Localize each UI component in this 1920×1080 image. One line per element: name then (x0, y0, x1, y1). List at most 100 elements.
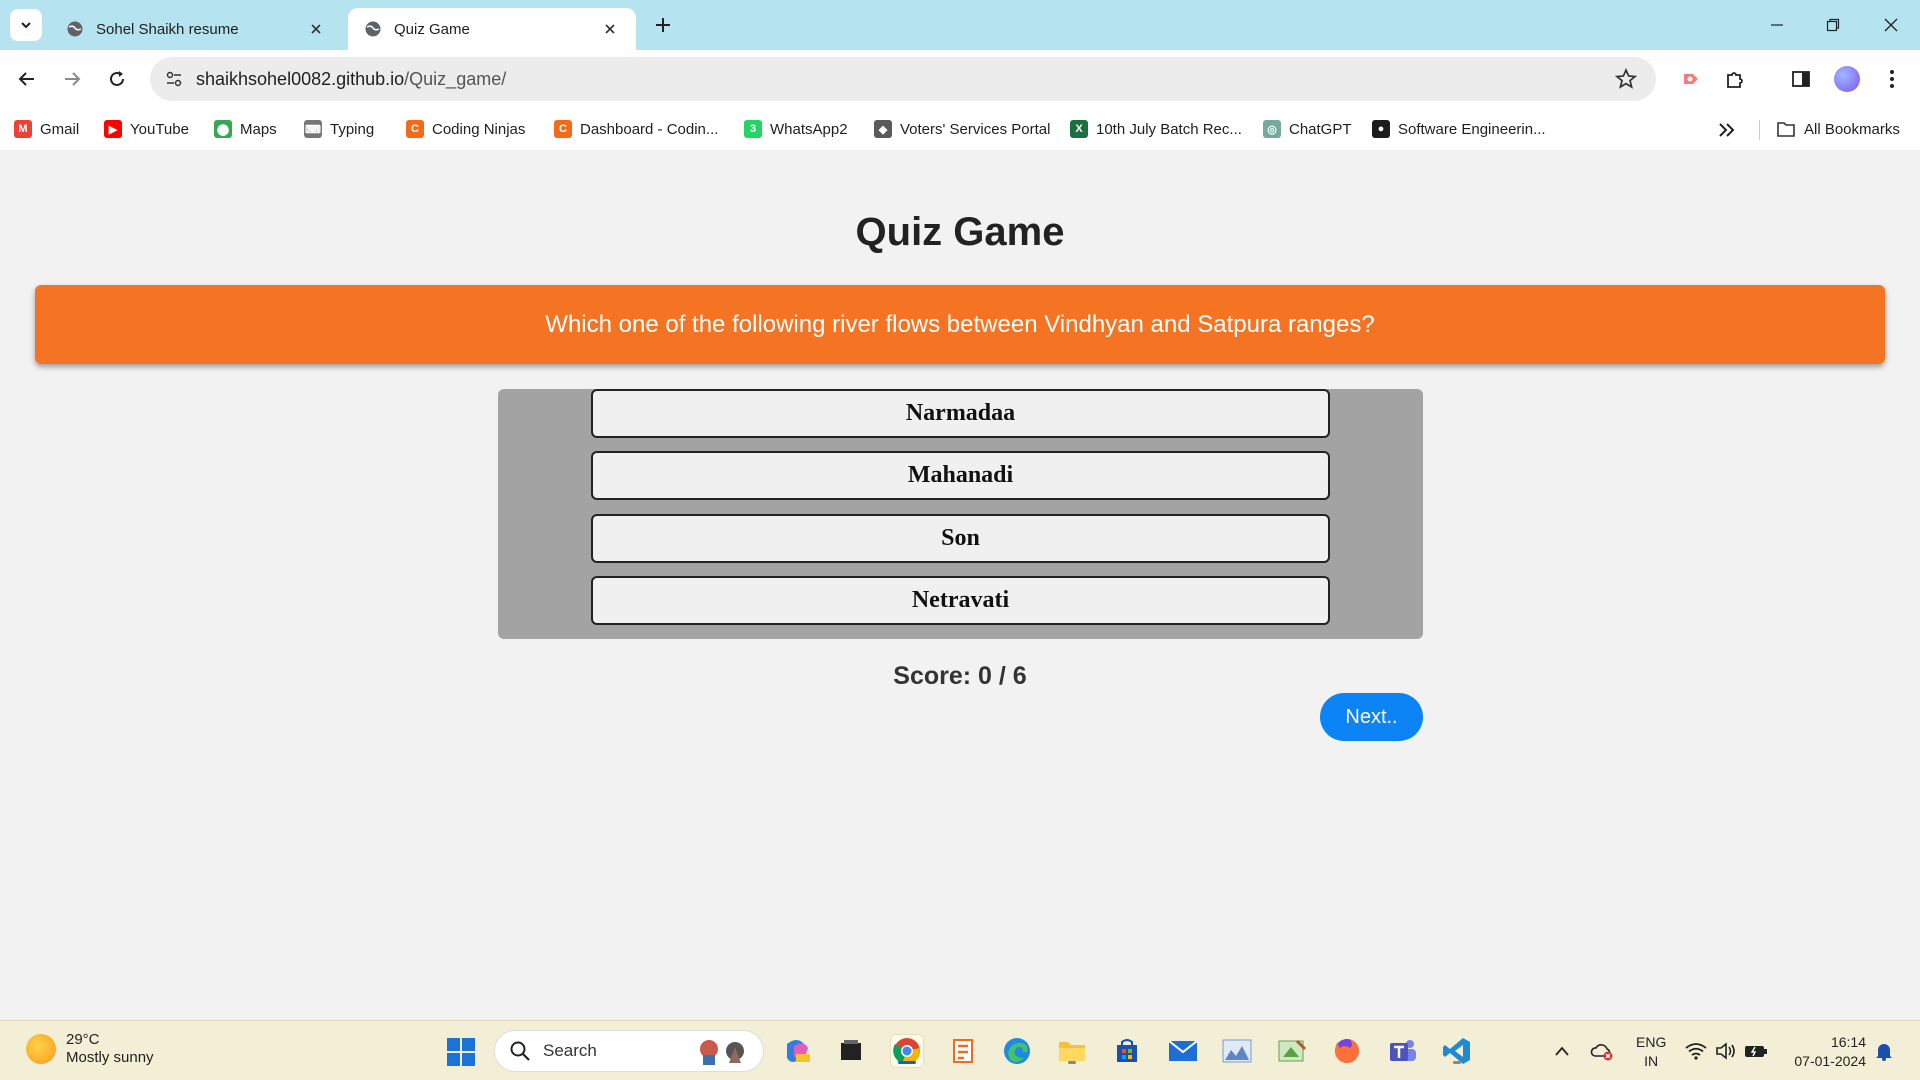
bookmark-item[interactable]: C Coding Ninjas (406, 116, 525, 142)
taskbar-app-file-viewer[interactable] (834, 1034, 868, 1068)
bell-icon (1876, 1044, 1892, 1061)
notifications-button[interactable] (1872, 1039, 1896, 1063)
image-icon (1222, 1039, 1252, 1063)
site-info-icon[interactable] (162, 67, 186, 91)
show-hidden-icons-button[interactable] (1550, 1039, 1574, 1063)
bookmark-label: Typing (330, 120, 375, 138)
address-bar[interactable]: shaikhsohel0082.github.io/Quiz_game/ (150, 57, 1656, 101)
bookmark-label: YouTube (130, 120, 189, 138)
profile-avatar[interactable] (1834, 66, 1860, 92)
bookmark-item[interactable]: C Dashboard - Codin... (554, 116, 718, 142)
taskbar-app-ninja[interactable] (946, 1034, 980, 1068)
reload-button[interactable] (102, 64, 132, 94)
bookmark-item[interactable]: ● Software Engineerin... (1372, 116, 1546, 142)
answer-option[interactable]: Netravati (591, 576, 1330, 625)
search-highlight-icon (700, 1040, 744, 1065)
system-clock[interactable]: 16:14 07-01-2024 (1786, 1033, 1866, 1071)
more-vertical-icon (1890, 70, 1894, 88)
bookmark-label: 10th July Batch Rec... (1096, 120, 1242, 138)
volume-status[interactable] (1714, 1039, 1738, 1063)
active-app-indicator (898, 1061, 916, 1064)
windows-taskbar: 29°C Mostly sunny Search ENG IN 16:14 07… (0, 1020, 1920, 1080)
taskbar-app-paint[interactable] (1275, 1034, 1309, 1068)
score-text: Score: 0 / 6 (893, 662, 1027, 690)
battery-status[interactable] (1744, 1039, 1768, 1063)
language-indicator[interactable]: ENG IN (1636, 1033, 1666, 1071)
extensions-button[interactable] (1720, 64, 1750, 94)
bookmark-item[interactable]: X 10th July Batch Rec... (1070, 116, 1242, 142)
question-banner: Which one of the following river flows b… (35, 285, 1885, 364)
forward-button[interactable] (57, 64, 87, 94)
arrow-right-icon (65, 72, 81, 86)
page-title: Quiz Game (855, 210, 1065, 254)
wifi-icon (1685, 1043, 1707, 1060)
taskbar-app-mail[interactable] (1166, 1034, 1200, 1068)
taskbar-app-photos[interactable] (1220, 1034, 1254, 1068)
bookmark-item[interactable]: M Gmail (14, 116, 79, 142)
close-tab-icon[interactable] (600, 19, 620, 39)
paint-icon (1278, 1039, 1307, 1062)
answer-option[interactable]: Son (591, 514, 1330, 563)
weather-widget[interactable]: 29°C Mostly sunny (26, 1031, 154, 1067)
coding-ninjas-icon: C (406, 120, 424, 138)
answer-option[interactable]: Narmadaa (591, 389, 1330, 438)
restore-button[interactable] (1820, 12, 1846, 38)
double-chevron-right-icon[interactable] (1716, 121, 1738, 139)
globe-icon (67, 21, 83, 37)
onedrive-status[interactable] (1590, 1039, 1614, 1063)
new-tab-button[interactable] (650, 12, 676, 38)
typing-icon: ⌨ (304, 120, 322, 138)
bookmarks-bar: All Bookmarks M Gmail ▶ YouTube ⬤ Maps ⌨ Typing… (0, 108, 1920, 150)
bookmark-item[interactable]: ◎ ChatGPT (1263, 116, 1352, 142)
bookmark-label: Maps (240, 120, 277, 138)
taskbar-search-box[interactable]: Search (494, 1030, 764, 1072)
taskbar-app-chrome[interactable] (890, 1034, 924, 1068)
all-bookmarks-button[interactable]: All Bookmarks (1776, 116, 1900, 142)
answer-option[interactable]: Mahanadi (591, 451, 1330, 500)
tab-sohel-shaikh-resume[interactable]: Sohel Shaikh resume (50, 8, 342, 50)
maps-icon: ⬤ (214, 120, 232, 138)
browser-toolbar: shaikhsohel0082.github.io/Quiz_game/ (0, 50, 1920, 108)
bookmark-item[interactable]: 3 WhatsApp2 (744, 116, 848, 142)
firefox-icon (1335, 1039, 1359, 1063)
taskbar-app-file-explorer[interactable] (1055, 1034, 1089, 1068)
browser-menu-button[interactable] (1877, 64, 1907, 94)
minimize-button[interactable] (1764, 12, 1790, 38)
bookmark-item[interactable]: ⌨ Typing (304, 116, 374, 142)
bookmark-item[interactable]: ◆ Voters' Services Portal (874, 116, 1050, 142)
back-button[interactable] (12, 64, 42, 94)
teams-icon (1390, 1040, 1416, 1061)
excel-icon: X (1070, 120, 1088, 138)
bookmark-star-icon[interactable] (1614, 67, 1638, 91)
bookmark-item[interactable]: ▶ YouTube (104, 116, 189, 142)
taskbar-app-store[interactable] (1110, 1034, 1144, 1068)
clock-date: 07-01-2024 (1794, 1053, 1866, 1069)
clock-time: 16:14 (1830, 1034, 1866, 1050)
arrow-left-icon (18, 72, 34, 86)
bookmark-item[interactable]: ⬤ Maps (214, 116, 277, 142)
taskbar-app-vscode[interactable] (1440, 1034, 1474, 1068)
close-tab-icon[interactable] (306, 19, 326, 39)
mail-icon (1168, 1040, 1198, 1061)
wifi-status[interactable] (1684, 1039, 1708, 1063)
running-app-indicator (1453, 1061, 1461, 1064)
tab-title: Quiz Game (394, 20, 470, 38)
side-panel-button[interactable] (1786, 64, 1816, 94)
tab-quiz-game[interactable]: Quiz Game (348, 8, 636, 50)
taskbar-app-firefox[interactable] (1330, 1034, 1364, 1068)
close-window-button[interactable] (1878, 12, 1904, 38)
divider (1759, 120, 1760, 140)
bookmark-label: WhatsApp2 (770, 120, 848, 138)
edge-icon (1004, 1038, 1030, 1064)
screen-recorder-extension-button[interactable] (1676, 64, 1706, 94)
taskbar-app-copilot[interactable] (780, 1034, 814, 1068)
black-square-icon (841, 1040, 861, 1060)
restore-icon (1826, 18, 1840, 32)
windows-start-icon[interactable] (446, 1037, 476, 1067)
tab-search-button[interactable] (10, 9, 42, 41)
whatsapp-icon: 3 (744, 120, 762, 138)
next-button[interactable]: Next.. (1320, 693, 1423, 741)
taskbar-app-edge[interactable] (1000, 1034, 1034, 1068)
taskbar-app-teams[interactable] (1386, 1034, 1420, 1068)
bookmark-label: Voters' Services Portal (900, 120, 1051, 138)
